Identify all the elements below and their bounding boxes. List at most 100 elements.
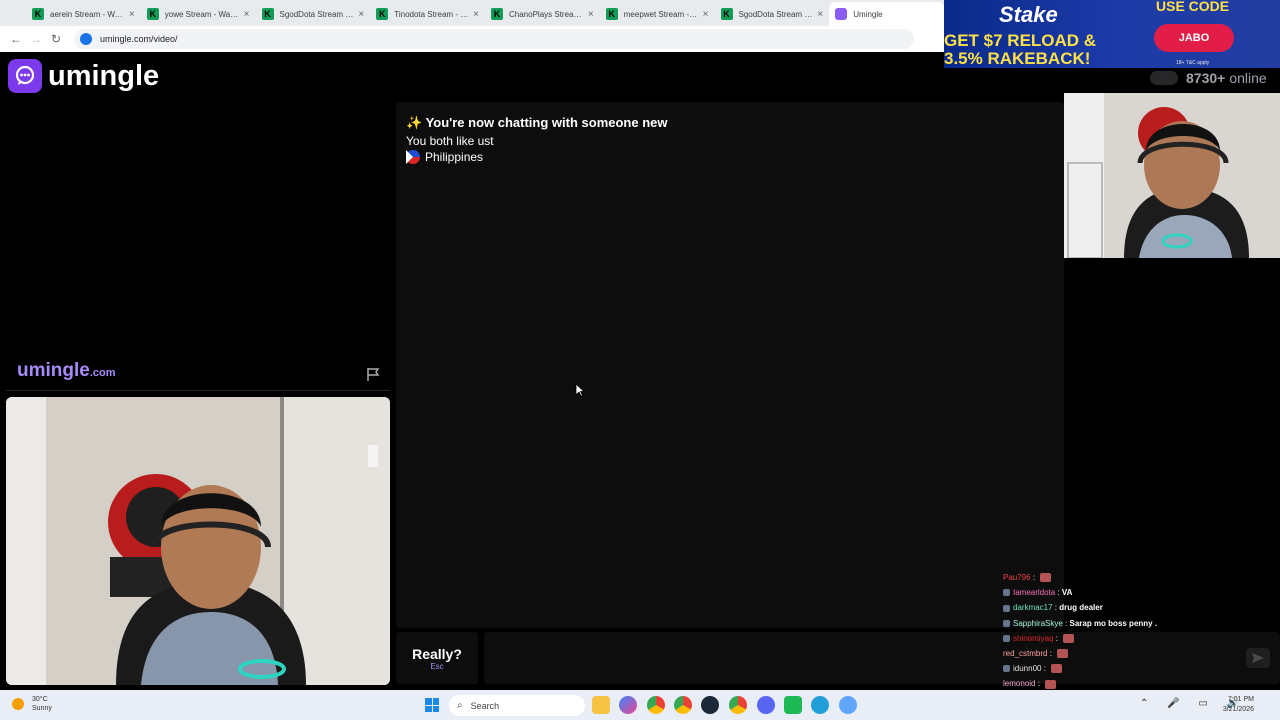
- chrome-active-icon[interactable]: [729, 696, 747, 714]
- stream-chat-user: Pau796: [1003, 573, 1031, 582]
- philippines-flag-icon: [406, 150, 420, 164]
- tab-title: aerein Stream - Watch L: [50, 9, 125, 19]
- browser-tab-strip: Kaerein Stream - Watch L×Kyowe Stream - …: [0, 0, 944, 26]
- online-label: online: [1229, 70, 1267, 86]
- stream-chat-line: red_cstmbrd :: [1003, 646, 1157, 661]
- back-icon[interactable]: ←: [6, 32, 26, 46]
- online-counter: 8730+ online: [1150, 70, 1267, 86]
- skip-button[interactable]: Really? Esc: [396, 632, 478, 684]
- stream-chat-separator: :: [1062, 618, 1070, 628]
- watermark-suffix: .com: [89, 367, 116, 379]
- steam-icon[interactable]: [701, 696, 719, 714]
- tab-title: meepwet Stream - Wat: [623, 9, 699, 19]
- chat-emote-icon: [1051, 664, 1063, 674]
- close-tab-icon[interactable]: ×: [473, 9, 479, 20]
- kick-favicon-icon: K: [261, 8, 274, 20]
- tab-title: SgodDota Stream - Wat: [279, 9, 355, 19]
- kick-favicon-icon: K: [32, 8, 44, 20]
- send-button[interactable]: [1246, 648, 1270, 668]
- site-info-icon[interactable]: [80, 33, 92, 45]
- url-field[interactable]: umingle.com/video/: [74, 29, 914, 49]
- panel-divider: [6, 390, 390, 391]
- kick-favicon-icon: K: [491, 8, 503, 20]
- country-text: Philippines: [425, 150, 484, 164]
- stream-chat-separator: :: [1052, 603, 1060, 613]
- file-explorer-icon[interactable]: [592, 696, 610, 714]
- chat-emote-icon: [1040, 573, 1052, 583]
- sponsor-use-code-label: USE CODE: [1156, 0, 1230, 14]
- close-tab-icon[interactable]: ×: [129, 9, 135, 20]
- taskbar: 30°C Sunny ⌕ Search ⌃ 🎤 ▭ 🔊 7:01 PM 3/21…: [0, 690, 1280, 720]
- stream-chat-line: Iamearldota : VA: [1003, 585, 1157, 600]
- app-icon[interactable]: [839, 696, 857, 714]
- stream-chat-overlay: Pau796 : Iamearldota : VA darkmac17 : dru…: [1003, 570, 1157, 692]
- online-toggle[interactable]: [1150, 71, 1178, 85]
- chat-emote-icon: [1045, 679, 1057, 689]
- tab-title: SgodDota Stream - Wat: [738, 9, 814, 19]
- close-tab-icon[interactable]: ×: [588, 9, 594, 20]
- stream-chat-user: darkmac17: [1013, 603, 1053, 613]
- stream-chat-separator: :: [1030, 573, 1038, 582]
- system-message: ✨ You're now chatting with someone new: [406, 115, 668, 130]
- taskbar-search[interactable]: ⌕ Search: [449, 695, 585, 716]
- chrome-profile-icon[interactable]: [674, 696, 692, 714]
- stream-chat-message: Sarap mo boss penny .: [1069, 618, 1158, 628]
- report-flag-icon[interactable]: [365, 366, 381, 382]
- chat-badge-icon: [1003, 665, 1010, 673]
- browser-tab[interactable]: K SgodDota Stream - Wat×: [256, 2, 371, 26]
- chrome-icon[interactable]: [647, 696, 665, 714]
- taskbar-clock[interactable]: 7:01 PM 3/21/2026: [1218, 695, 1254, 715]
- stream-chat-separator: :: [1053, 633, 1061, 643]
- country-message: Philippines: [406, 150, 483, 164]
- windows-start-icon[interactable]: [425, 698, 439, 712]
- stream-chat-user: shinomiyaq: [1013, 633, 1054, 643]
- close-tab-icon[interactable]: ×: [817, 9, 823, 20]
- kick-favicon-icon: K: [720, 8, 733, 20]
- reload-icon[interactable]: ↻: [46, 32, 66, 46]
- clock-time: 7:01 PM: [1227, 696, 1254, 703]
- online-count: 8730+: [1186, 70, 1226, 86]
- chat-badge-icon: [1003, 604, 1010, 612]
- stream-chat-user: Iamearldota: [1013, 588, 1056, 598]
- sponsor-promo: GET $7 RELOAD & 3.5% RAKEBACK!: [944, 31, 1097, 68]
- discord-icon[interactable]: [757, 696, 775, 714]
- close-tab-icon[interactable]: ×: [703, 9, 709, 20]
- browser-tab[interactable]: K ChanoPlays Stream - W ×: [485, 2, 600, 26]
- kick-favicon-icon: K: [605, 8, 618, 20]
- chat-emote-icon: [1057, 649, 1069, 659]
- close-tab-icon[interactable]: ×: [244, 9, 250, 20]
- address-bar-row: ← → ↻ umingle.com/video/: [0, 26, 944, 52]
- weather-widget[interactable]: 30°C Sunny: [12, 695, 52, 713]
- tab-title: Tinodota Stream - Watc: [394, 9, 469, 19]
- browser-tab[interactable]: K SgodDota Stream - Wat×: [715, 2, 830, 26]
- common-interest-message: You both like ust: [406, 134, 494, 148]
- umingle-favicon-icon: [835, 8, 848, 20]
- kick-favicon-icon: K: [146, 8, 159, 20]
- tab-title: Umingle: [853, 9, 883, 19]
- browser-tab[interactable]: K Tinodota Stream - Watc ×: [370, 2, 485, 26]
- chat-badge-icon: [1003, 634, 1010, 642]
- close-tab-icon[interactable]: ×: [358, 9, 364, 20]
- weather-condition: Sunny: [32, 705, 52, 712]
- stream-chat-line: shinomiyaq :: [1003, 631, 1157, 646]
- tab-title: yowe Stream - Watch Li: [164, 9, 240, 19]
- browser-tab[interactable]: Kyowe Stream - Watch Li ×: [141, 2, 256, 26]
- skip-shortcut-hint: Esc: [430, 661, 444, 671]
- browser-tab[interactable]: Kaerein Stream - Watch L ×: [26, 2, 141, 26]
- mouse-cursor-icon: [575, 383, 586, 400]
- watermark-text: umingle: [17, 360, 90, 381]
- browser-tab[interactable]: Umingle: [829, 2, 944, 26]
- forward-icon[interactable]: →: [26, 32, 46, 46]
- site-logo[interactable]: umingle: [8, 59, 159, 93]
- taskbar-search-placeholder: Search: [470, 700, 500, 711]
- browser-tab[interactable]: Kmeepwet Stream - Wat ×: [600, 2, 715, 26]
- message-input[interactable]: [484, 632, 1280, 684]
- kick-favicon-icon: K: [376, 8, 389, 20]
- copilot-icon[interactable]: [619, 696, 637, 714]
- chat-panel: [396, 102, 1064, 628]
- sponsor-terms: 18+ T&C apply: [1176, 60, 1210, 66]
- telegram-icon[interactable]: [811, 696, 829, 714]
- search-icon: ⌕: [457, 700, 463, 711]
- spotify-icon[interactable]: [784, 696, 802, 714]
- sponsor-code: JABO: [1154, 24, 1234, 52]
